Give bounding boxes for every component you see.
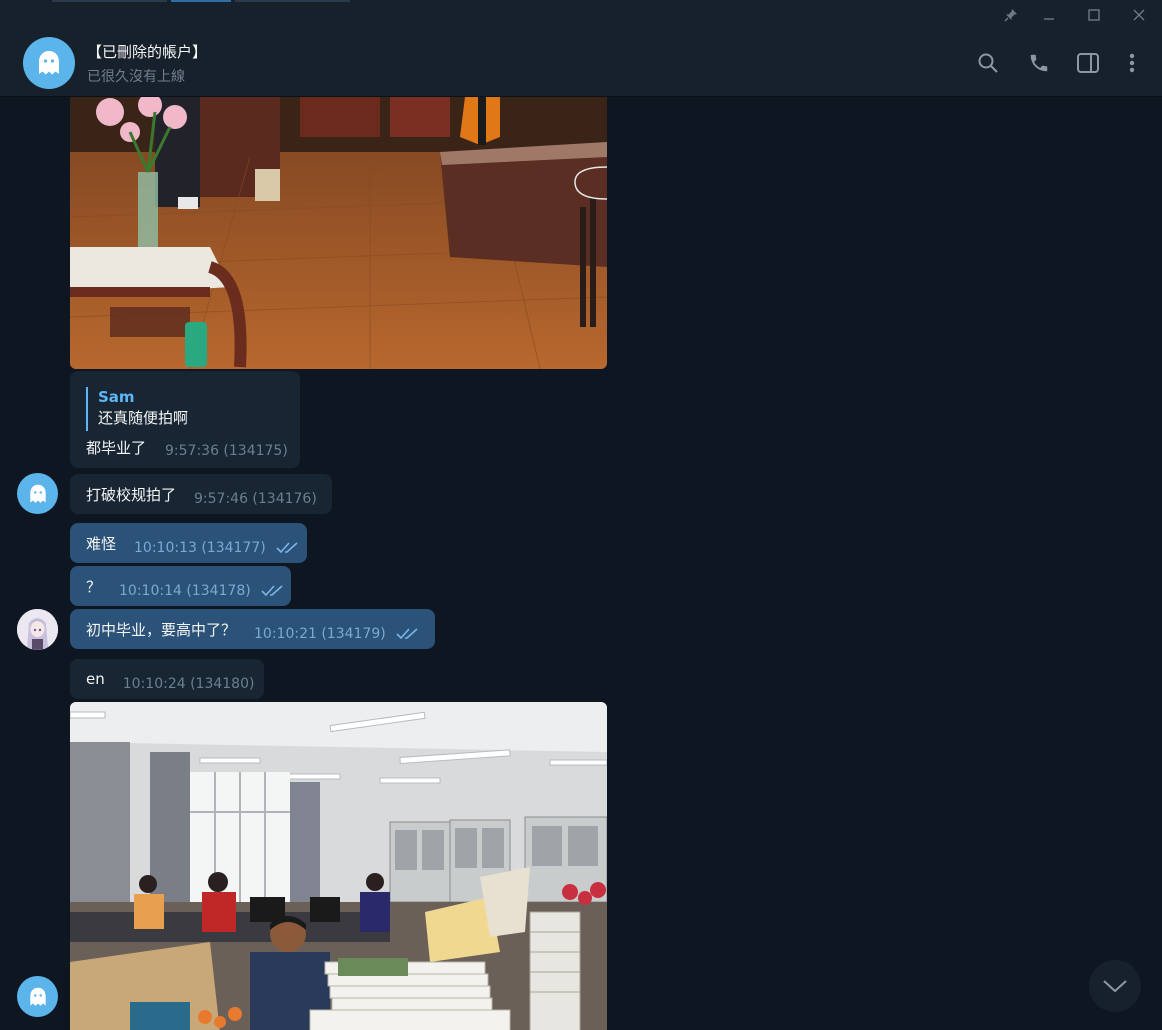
scroll-to-bottom-button[interactable] [1089, 960, 1141, 1012]
message-bubble-outgoing[interactable]: 难怪 10:10:13 (134177) [70, 523, 307, 563]
ghost-icon [39, 51, 59, 75]
tab-indicator-active [171, 0, 231, 2]
search-icon[interactable] [975, 50, 1001, 76]
ghost-icon [29, 987, 46, 1006]
message-time: 10:10:13 (134177) [134, 540, 266, 556]
avatar[interactable] [17, 473, 58, 514]
avatar[interactable] [23, 37, 75, 89]
phone-icon[interactable] [1026, 50, 1052, 76]
classroom-photo [70, 702, 607, 1030]
chevron-down-icon [1103, 980, 1127, 993]
message-time: 10:10:21 (134179) [254, 626, 386, 642]
quote-text: 还真随便拍啊 [98, 409, 189, 427]
message-time: 10:10:24 (134180) [122, 676, 255, 692]
user-avatar-image [17, 609, 58, 650]
avatar[interactable] [17, 976, 58, 1017]
message-bubble-outgoing[interactable]: 初中毕业，要高中了？ 10:10:21 (134179) [70, 609, 435, 649]
chat-status: 已很久沒有上線 [87, 69, 185, 85]
quote-author: Sam [98, 388, 135, 406]
photo-message[interactable] [70, 97, 607, 369]
office-photo [70, 97, 607, 369]
chat-title[interactable]: 【已刪除的帳户】 [87, 41, 207, 62]
message-text: 难怪 [86, 534, 117, 553]
message-time: 9:57:46 (134176) [194, 491, 317, 507]
avatar[interactable] [17, 609, 58, 650]
double-check-icon [396, 625, 420, 644]
message-text: ？ [86, 577, 102, 596]
photo-message[interactable] [70, 702, 607, 1030]
window-titlebar [0, 0, 1162, 30]
more-vertical-icon[interactable] [1119, 50, 1145, 76]
sidebar-toggle-icon[interactable] [1075, 50, 1101, 76]
message-bubble-outgoing[interactable]: ？ 10:10:14 (134178) [70, 566, 291, 606]
message-text: en [86, 670, 105, 688]
close-icon[interactable] [1117, 0, 1161, 30]
message-text: 都毕业了 [86, 439, 147, 457]
message-time: 9:57:36 (134175) [165, 443, 288, 459]
tab-indicator [235, 0, 350, 2]
double-check-icon [261, 582, 285, 601]
chat-header: 【已刪除的帳户】 已很久沒有上線 [0, 30, 1162, 97]
tab-indicator [52, 0, 167, 2]
maximize-icon[interactable] [1072, 0, 1116, 30]
message-list[interactable]: Sam 还真随便拍啊 都毕业了 9:57:36 (134175) 打破校规拍了 … [0, 97, 1162, 1030]
double-check-icon [276, 539, 300, 558]
minimize-icon[interactable] [1027, 0, 1071, 30]
reply-message[interactable]: Sam 还真随便拍啊 都毕业了 9:57:36 (134175) [70, 371, 300, 468]
message-bubble[interactable]: 打破校规拍了 9:57:46 (134176) [70, 474, 332, 514]
message-text: 打破校规拍了 [86, 485, 177, 504]
message-time: 10:10:14 (134178) [119, 583, 251, 599]
ghost-icon [29, 484, 46, 503]
message-bubble[interactable]: en 10:10:24 (134180) [70, 659, 264, 699]
message-text: 初中毕业，要高中了？ [86, 620, 237, 639]
reply-quote[interactable]: Sam 还真随便拍啊 [86, 387, 188, 431]
